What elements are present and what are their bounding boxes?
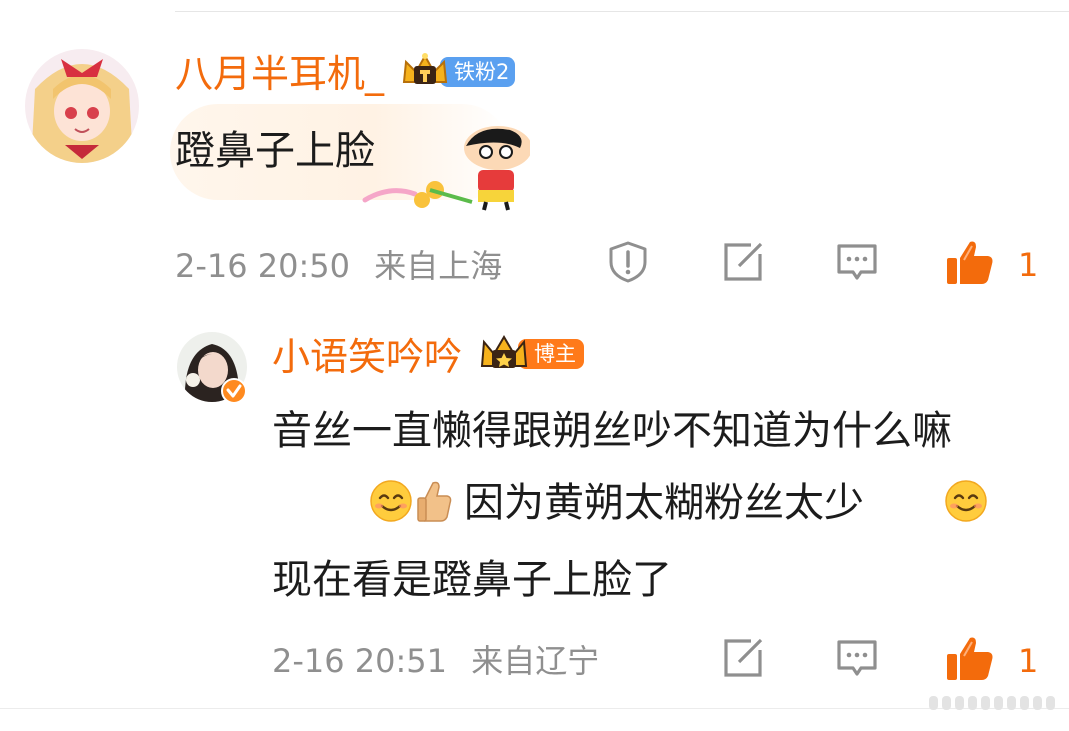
- reply-text: 音丝一直懒得跟朔丝吵不知道为什么嘛: [272, 393, 1012, 469]
- replier-username[interactable]: 小语笑吟吟: [272, 335, 462, 379]
- crown-badge-icon: [478, 334, 530, 374]
- reply-icon: [835, 636, 879, 684]
- reply-emoji-row: [368, 479, 456, 523]
- like-button[interactable]: 1: [944, 238, 1038, 292]
- top-divider: [175, 11, 1069, 12]
- comment-timestamp: 2-16 20:50: [175, 247, 351, 285]
- sticker-decoration: [360, 120, 532, 212]
- watermark-decoration: [929, 696, 1055, 710]
- bottom-divider: [0, 708, 1069, 709]
- comment-location: 来自上海: [374, 247, 503, 285]
- reply-location: 来自辽宁: [471, 642, 600, 680]
- repost-icon: [721, 240, 765, 288]
- like-icon: [944, 634, 996, 688]
- fan-badge[interactable]: 铁粉2: [400, 52, 516, 92]
- reply-like-count: 1: [1018, 642, 1039, 680]
- reply-reply-button[interactable]: [834, 637, 880, 683]
- reply-timestamp: 2-16 20:51: [272, 642, 448, 680]
- reply-meta: 2-16 20:51 来自辽宁: [272, 641, 613, 681]
- verified-icon: [221, 378, 247, 404]
- reply-text-part-2: 因为黄朔太糊粉丝太少: [464, 480, 864, 526]
- commenter-username[interactable]: 八月半耳机_: [175, 52, 384, 96]
- thumbs-up-emoji-icon: [415, 479, 455, 523]
- like-icon: [944, 238, 996, 292]
- comment-text: 蹬鼻子上脸: [175, 128, 375, 174]
- crown-badge-icon: [400, 52, 450, 92]
- reply-button[interactable]: [834, 241, 880, 287]
- comment-meta: 2-16 20:50 来自上海: [175, 246, 516, 286]
- report-button[interactable]: [605, 241, 651, 287]
- fan-badge-label: 铁粉2: [440, 57, 516, 87]
- reply-repost-button[interactable]: [720, 637, 766, 683]
- reply-icon: [835, 240, 879, 288]
- role-badge[interactable]: 博主: [478, 334, 584, 374]
- commenter-avatar[interactable]: [25, 49, 139, 163]
- reply-text-line-1: 音丝一直懒得跟朔丝吵不知道为什么嘛: [272, 408, 952, 454]
- smile-emoji-icon: [944, 479, 988, 523]
- repost-icon: [721, 636, 765, 684]
- repost-button[interactable]: [720, 241, 766, 287]
- like-count: 1: [1018, 246, 1039, 284]
- reply-like-button[interactable]: 1: [944, 634, 1038, 688]
- reply-text-part-3: 现在看是蹬鼻子上脸了: [272, 557, 672, 603]
- smile-emoji-icon: [369, 479, 413, 523]
- report-icon: [606, 240, 650, 288]
